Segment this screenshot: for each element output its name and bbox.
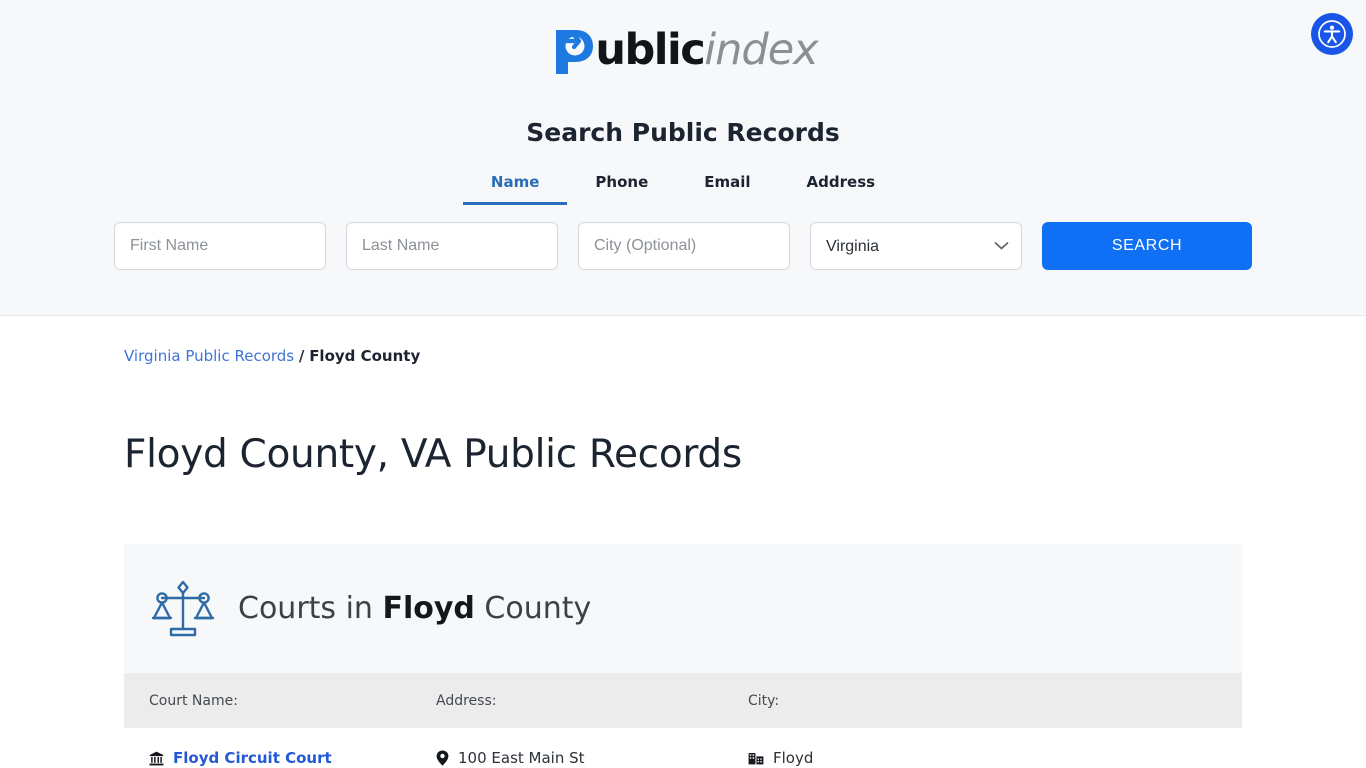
search-submit-button[interactable]: SEARCH xyxy=(1042,222,1252,270)
last-name-input[interactable] xyxy=(346,222,558,270)
courts-table-header: Court Name: Address: City: xyxy=(124,673,1242,728)
courts-card-title: Courts in Floyd County xyxy=(238,591,591,626)
cell-address: 100 East Main St xyxy=(436,749,748,767)
address-text: 100 East Main St xyxy=(458,749,585,767)
tab-address[interactable]: Address xyxy=(779,173,904,205)
column-header-court-name: Court Name: xyxy=(149,692,238,709)
tab-phone[interactable]: Phone xyxy=(567,173,676,205)
courts-card-header: Courts in Floyd County xyxy=(124,544,1242,673)
city-building-icon xyxy=(748,751,764,765)
breadcrumb-current: Floyd County xyxy=(309,347,421,365)
map-pin-icon xyxy=(436,750,449,766)
logo-text-index: index xyxy=(704,24,818,75)
breadcrumb-link-virginia[interactable]: Virginia Public Records xyxy=(124,347,294,365)
courts-title-county: Floyd xyxy=(382,591,475,626)
column-header-city: City: xyxy=(748,692,780,709)
state-select-wrapper: Virginia xyxy=(810,222,1022,270)
courthouse-icon xyxy=(149,751,164,766)
city-input[interactable] xyxy=(578,222,790,270)
courts-card: Courts in Floyd County Court Name: Addre… xyxy=(124,544,1242,768)
scales-of-justice-icon xyxy=(151,580,215,636)
p-logo-mark-icon xyxy=(556,30,594,74)
accessibility-widget-button[interactable] xyxy=(1311,13,1353,55)
search-header-band: ublic index Search Public Records Name P… xyxy=(0,0,1366,316)
city-text: Floyd xyxy=(773,749,814,767)
page-title: Floyd County, VA Public Records xyxy=(124,432,742,477)
cell-court-name: Floyd Circuit Court xyxy=(124,749,436,767)
table-row: Floyd Circuit Court 100 East Main St Flo… xyxy=(124,728,1242,768)
search-section-title: Search Public Records xyxy=(526,118,840,147)
state-select[interactable]: Virginia xyxy=(810,222,1022,270)
column-header-address: Address: xyxy=(436,692,497,709)
breadcrumb-separator: / xyxy=(298,347,305,365)
tab-name[interactable]: Name xyxy=(462,173,568,205)
breadcrumb: Virginia Public Records / Floyd County xyxy=(124,347,420,365)
logo-text-public: ublic xyxy=(595,24,705,75)
court-name-link[interactable]: Floyd Circuit Court xyxy=(173,749,332,767)
courts-title-suffix: County xyxy=(474,591,592,626)
search-form: Virginia SEARCH xyxy=(0,222,1366,270)
cell-city: Floyd xyxy=(748,749,1060,767)
site-logo[interactable]: ublic index xyxy=(0,0,1366,74)
courts-title-prefix: Courts in xyxy=(238,591,383,626)
accessibility-icon xyxy=(1318,20,1346,48)
tab-email[interactable]: Email xyxy=(676,173,778,205)
first-name-input[interactable] xyxy=(114,222,326,270)
search-type-tabs: Name Phone Email Address xyxy=(0,173,1366,205)
